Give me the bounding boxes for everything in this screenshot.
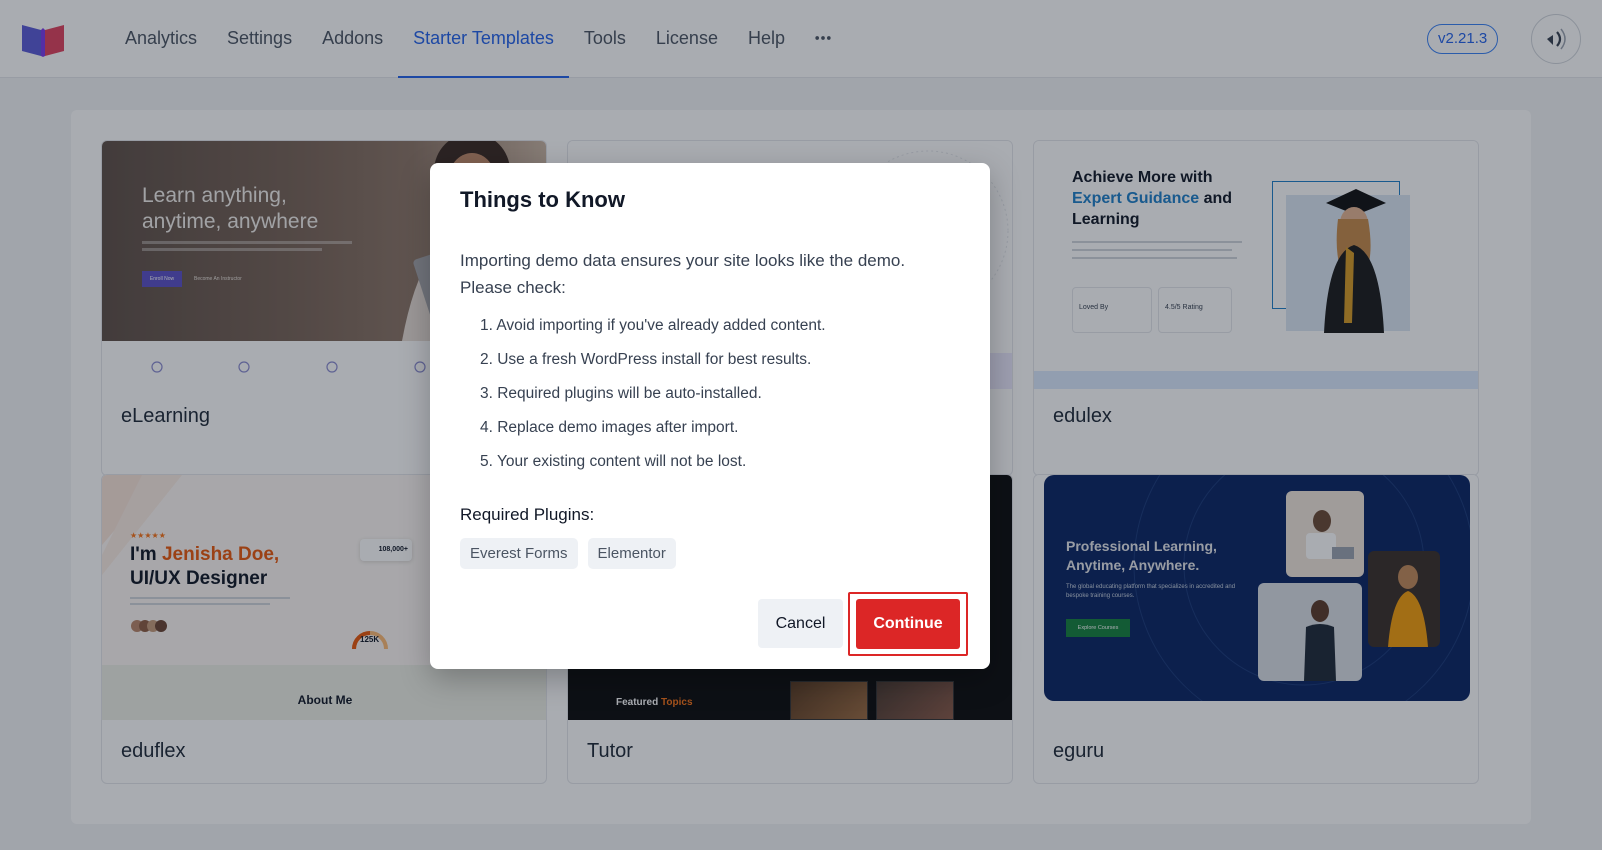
cancel-button[interactable]: Cancel	[758, 599, 843, 648]
list-item: 4. Replace demo images after import.	[480, 419, 739, 436]
list-item: 5. Your existing content will not be los…	[480, 453, 747, 470]
continue-button[interactable]: Continue	[856, 599, 960, 649]
list-item: 2. Use a fresh WordPress install for bes…	[480, 351, 812, 368]
plugin-chip: Elementor	[587, 538, 676, 569]
required-plugins-label: Required Plugins:	[460, 505, 595, 524]
plugin-chip: Everest Forms	[460, 538, 578, 569]
list-item: 3. Required plugins will be auto-install…	[480, 385, 762, 402]
dialog-title: Things to Know	[460, 187, 625, 212]
dialog-intro: Importing demo data ensures your site lo…	[460, 251, 906, 297]
things-to-know-dialog: Things to Know Importing demo data ensur…	[430, 163, 990, 669]
continue-button-highlight: Continue	[848, 592, 968, 656]
required-plugins-list: Everest Forms Elementor	[460, 538, 676, 569]
list-item: 1. Avoid importing if you've already add…	[480, 317, 826, 334]
checklist: 1. Avoid importing if you've already add…	[480, 315, 950, 485]
